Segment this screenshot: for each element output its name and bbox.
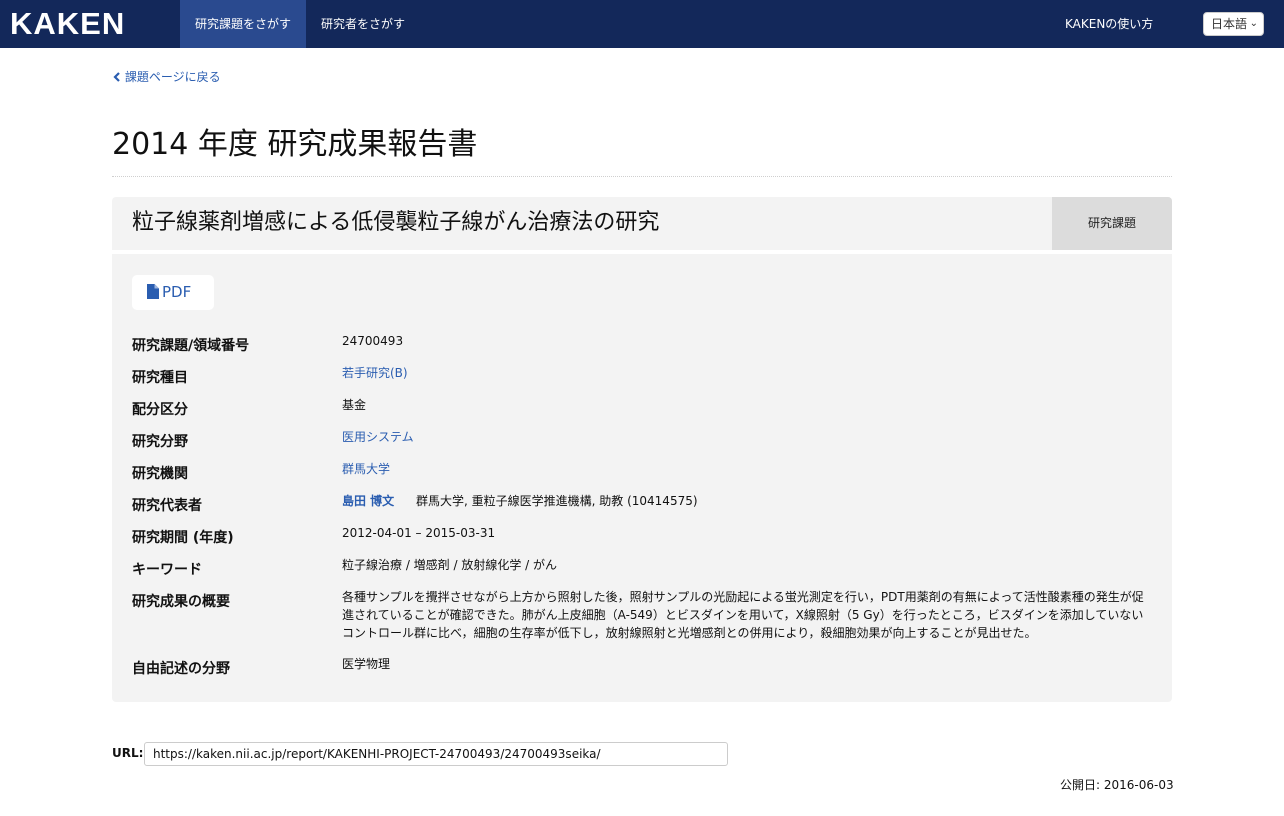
field-value: 粒子線治療 / 増感剤 / 放射線化学 / がん bbox=[342, 558, 558, 572]
chevron-left-icon bbox=[113, 72, 120, 82]
project-details-panel: PDF 研究課題/領域番号 24700493 研究種目 若手研究(B) 配分区分… bbox=[112, 254, 1172, 702]
field-label: 研究種目 bbox=[132, 370, 188, 386]
chevron-down-icon: ⌄ bbox=[1249, 18, 1258, 29]
field-value: 24700493 bbox=[342, 334, 404, 348]
title-divider bbox=[112, 176, 1172, 177]
field-label: 研究代表者 bbox=[132, 498, 202, 514]
field-value: 各種サンプルを攪拌させながら上方から照射した後，照射サンプルの光励起による蛍光測… bbox=[342, 590, 1144, 640]
field-label: 研究分野 bbox=[132, 434, 188, 450]
project-title: 粒子線薬剤増感による低侵襲粒子線がん治療法の研究 bbox=[132, 210, 660, 235]
project-type-badge: 研究課題 bbox=[1052, 197, 1172, 250]
file-icon bbox=[147, 284, 159, 299]
field-label: 研究課題/領域番号 bbox=[132, 338, 250, 354]
field-label: 配分区分 bbox=[132, 402, 188, 418]
institution-link[interactable]: 群馬大学 bbox=[342, 462, 390, 476]
language-select[interactable]: 日本語 ⌄ bbox=[1203, 12, 1264, 36]
field-value: 2012-04-01 – 2015-03-31 bbox=[342, 526, 496, 540]
back-link-label: 課題ページに戻る bbox=[124, 70, 221, 84]
representative-name-link[interactable]: 島田 博文 bbox=[342, 494, 394, 508]
field-label: キーワード bbox=[132, 562, 202, 578]
back-to-project-link[interactable]: 課題ページに戻る bbox=[112, 68, 221, 85]
project-header: 粒子線薬剤増感による低侵襲粒子線がん治療法の研究 研究課題 bbox=[112, 197, 1172, 250]
representative-affiliation: 群馬大学, 重粒子線医学推進機構, 助教 (10414575) bbox=[416, 494, 698, 508]
field-value: 医学物理 bbox=[342, 657, 391, 671]
field-label: 研究成果の概要 bbox=[132, 594, 230, 610]
field-value: 基金 bbox=[342, 398, 367, 412]
field-label: 自由記述の分野 bbox=[132, 661, 230, 677]
nav-help-link[interactable]: KAKENの使い方 bbox=[1050, 0, 1168, 48]
page-title: 2014 年度 研究成果報告書 bbox=[112, 127, 478, 162]
field-label: 研究機関 bbox=[132, 466, 188, 482]
published-date: 公開日: 2016-06-03 bbox=[1060, 778, 1174, 792]
kaken-logo[interactable]: KAKEN bbox=[10, 8, 125, 40]
url-label: URL: bbox=[112, 746, 144, 760]
pdf-download-button[interactable]: PDF bbox=[132, 275, 214, 310]
top-navbar: KAKEN 研究課題をさがす 研究者をさがす KAKENの使い方 日本語 ⌄ bbox=[0, 0, 1284, 48]
nav-search-researchers[interactable]: 研究者をさがす bbox=[306, 0, 420, 48]
pdf-button-label: PDF bbox=[162, 283, 192, 301]
url-field[interactable]: https://kaken.nii.ac.jp/report/KAKENHI-P… bbox=[144, 742, 728, 766]
language-select-value: 日本語 bbox=[1211, 17, 1248, 31]
category-link[interactable]: 若手研究(B) bbox=[342, 366, 408, 380]
research-field-link[interactable]: 医用システム bbox=[342, 430, 414, 444]
nav-search-projects[interactable]: 研究課題をさがす bbox=[180, 0, 307, 48]
field-label: 研究期間 (年度) bbox=[132, 530, 234, 546]
